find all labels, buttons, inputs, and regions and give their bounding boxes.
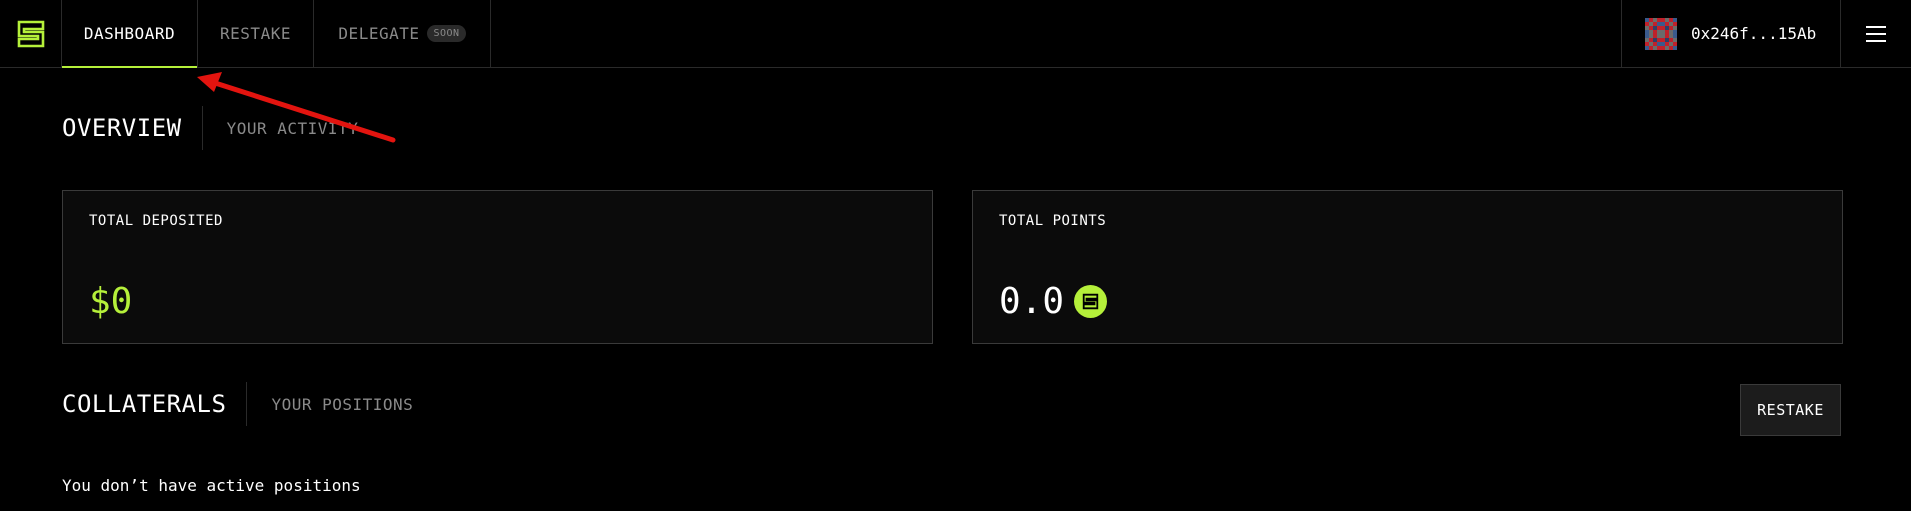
tab-delegate-label: DELEGATE: [338, 24, 420, 43]
total-points-value: 0.0: [999, 281, 1065, 322]
total-points-value-wrap: 0.0: [999, 281, 1108, 322]
wallet-address: 0x246f...15Ab: [1691, 24, 1817, 43]
total-deposited-card: TOTAL DEPOSITED $0: [62, 190, 933, 344]
tab-delegate[interactable]: DELEGATE SOON: [314, 0, 491, 67]
collaterals-header: COLLATERALS YOUR POSITIONS: [62, 380, 413, 428]
empty-positions-message: You don’t have active positions: [62, 476, 361, 495]
layers-logo-icon: [17, 20, 44, 47]
tab-dashboard-label: DASHBOARD: [83, 24, 176, 43]
overview-subtitle: YOUR ACTIVITY: [226, 118, 359, 138]
page: DASHBOARD RESTAKE DELEGATE SOON 0x246f..…: [0, 0, 1911, 511]
total-points-label: TOTAL POINTS: [999, 213, 1107, 229]
soon-badge: SOON: [427, 25, 466, 42]
total-deposited-value: $0: [89, 281, 133, 322]
overview-header: OVERVIEW YOUR ACTIVITY: [62, 104, 358, 152]
hamburger-menu-icon: [1866, 25, 1886, 42]
tab-restake-label: RESTAKE: [220, 24, 291, 43]
collaterals-subtitle: YOUR POSITIONS: [271, 394, 414, 414]
points-coin-icon: [1074, 285, 1108, 318]
total-points-card: TOTAL POINTS 0.0: [972, 190, 1843, 344]
total-deposited-label: TOTAL DEPOSITED: [89, 213, 223, 229]
top-nav-bar: DASHBOARD RESTAKE DELEGATE SOON 0x246f..…: [0, 0, 1911, 68]
menu-button[interactable]: [1841, 0, 1911, 67]
tab-dashboard[interactable]: DASHBOARD: [62, 0, 198, 68]
wallet-button[interactable]: 0x246f...15Ab: [1621, 0, 1841, 67]
total-deposited-value-wrap: $0: [89, 281, 132, 322]
restake-button[interactable]: RESTAKE: [1740, 384, 1841, 436]
overview-title: OVERVIEW: [62, 114, 182, 142]
avatar: [1645, 17, 1677, 50]
tab-restake[interactable]: RESTAKE: [198, 0, 314, 67]
collaterals-title: COLLATERALS: [62, 390, 227, 418]
logo[interactable]: [0, 0, 62, 67]
points-logo-glyph: [1082, 293, 1099, 310]
